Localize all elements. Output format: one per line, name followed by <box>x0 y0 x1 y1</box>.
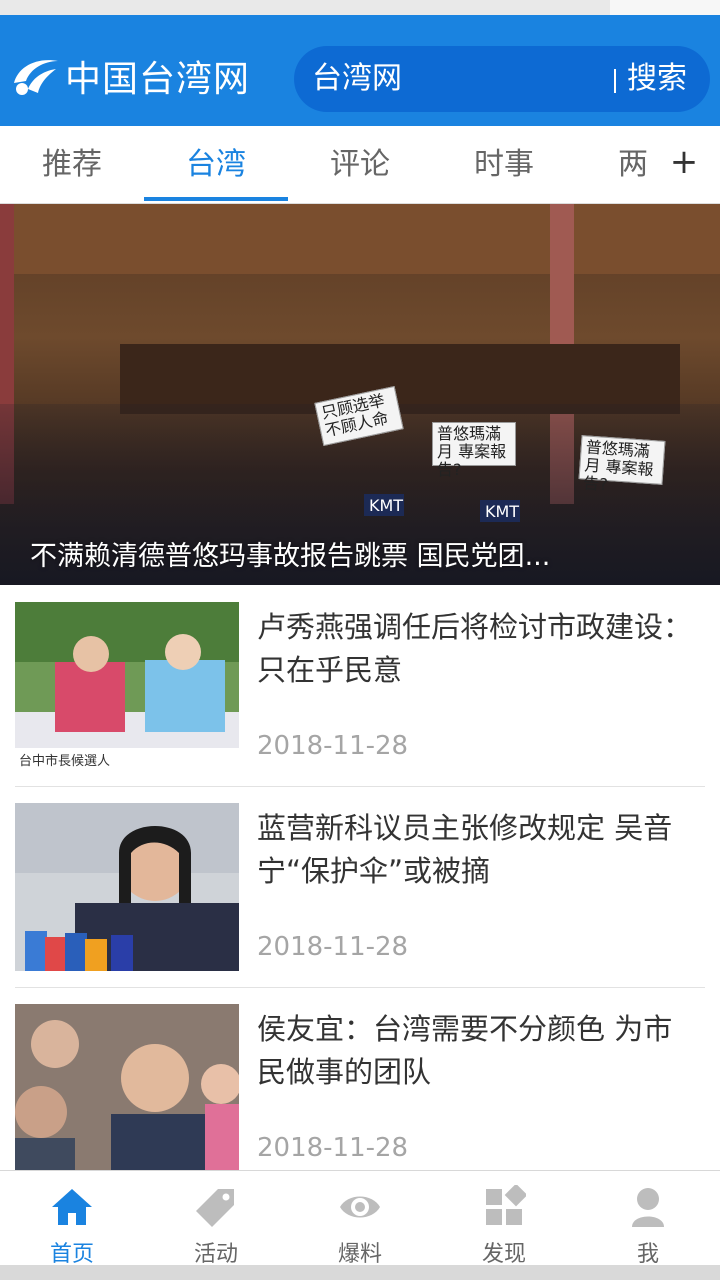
news-thumbnail <box>15 803 239 971</box>
news-date: 2018-11-28 <box>257 1133 409 1163</box>
status-bar-corner <box>610 0 720 15</box>
nav-label: 我 <box>636 1242 659 1267</box>
thumbnail-image <box>15 1004 239 1170</box>
search-divider <box>614 69 616 93</box>
tab-recommend[interactable]: 推荐 <box>0 126 144 203</box>
bottom-tab-bar: 首页 活动 爆料 发现 我 <box>0 1170 720 1267</box>
search-bar[interactable]: 搜索 <box>294 46 710 112</box>
category-tabs: 推荐 台湾 评论 时事 两岸 + <box>0 126 720 204</box>
news-list: 台中市長候選人 卢秀燕强调任后将检讨市政建设：只在乎民意 2018-11-28 … <box>0 585 720 1170</box>
nav-tipoff[interactable]: 爆料 <box>288 1171 432 1267</box>
nav-label: 爆料 <box>337 1242 382 1267</box>
nav-discover[interactable]: 发现 <box>432 1171 576 1267</box>
nav-label: 首页 <box>49 1242 94 1267</box>
hero-wall-decoration <box>0 204 720 274</box>
thumbnail-image <box>15 803 239 971</box>
search-button[interactable]: 搜索 <box>627 46 687 112</box>
thumbnail-image: 台中市長候選人 <box>15 602 239 770</box>
home-icon <box>52 1189 92 1225</box>
news-item[interactable]: 蓝营新科议员主张修改规定 吴音宁“保护伞”或被摘 2018-11-28 <box>15 786 705 986</box>
news-item[interactable]: 侯友宜：台湾需要不分颜色 为市民做事的团队 2018-11-28 <box>15 987 705 1170</box>
news-date: 2018-11-28 <box>257 932 409 962</box>
protest-sign: 普悠瑪滿月 專案報告? <box>432 422 516 479</box>
hero-caption: 不满赖清德普悠玛事故报告跳票 国民党团... <box>30 541 551 572</box>
kmt-shirt: KMT <box>364 494 404 516</box>
tab-current-affairs[interactable]: 时事 <box>432 126 576 203</box>
news-thumbnail <box>15 1004 239 1170</box>
tag-icon <box>196 1189 234 1227</box>
protest-sign: 普悠瑪滿月 專案報告? <box>578 435 666 494</box>
nav-label: 发现 <box>481 1242 526 1267</box>
news-item[interactable]: 台中市長候選人 卢秀燕强调任后将检讨市政建设：只在乎民意 2018-11-28 <box>15 585 705 785</box>
logo-icon <box>14 60 58 95</box>
nav-activity[interactable]: 活动 <box>144 1171 288 1267</box>
news-thumbnail: 台中市長候選人 <box>15 602 239 770</box>
app-header: 中国台湾网 搜索 <box>0 15 720 126</box>
news-title: 卢秀燕强调任后将检讨市政建设：只在乎民意 <box>257 610 693 687</box>
tab-taiwan[interactable]: 台湾 <box>144 126 288 203</box>
nav-me[interactable]: 我 <box>576 1171 720 1267</box>
news-title: 蓝营新科议员主张修改规定 吴音宁“保护伞”或被摘 <box>257 811 673 888</box>
logo-text: 中国台湾网 <box>65 59 251 100</box>
news-date: 2018-11-28 <box>257 731 409 761</box>
tab-commentary[interactable]: 评论 <box>288 126 432 203</box>
eye-icon <box>340 1196 380 1218</box>
hero-banner[interactable]: 只顾选举 不顾人命 普悠瑪滿月 專案報告? 普悠瑪滿月 專案報告? KMT KM… <box>0 204 720 585</box>
status-bar <box>0 0 720 15</box>
search-input[interactable] <box>312 46 602 112</box>
active-tab-indicator <box>144 197 288 201</box>
system-nav-strip <box>0 1265 720 1280</box>
kmt-shirt: KMT <box>480 500 520 522</box>
nav-home[interactable]: 首页 <box>0 1171 144 1267</box>
site-logo[interactable]: 中国台湾网 <box>10 53 251 100</box>
plus-icon[interactable]: + <box>664 126 704 203</box>
news-title: 侯友宜：台湾需要不分颜色 为市民做事的团队 <box>257 1012 673 1089</box>
thumb-caption: 台中市長候選人 <box>19 753 110 769</box>
user-icon <box>632 1188 664 1227</box>
nav-label: 活动 <box>193 1242 238 1267</box>
apps-icon <box>486 1185 526 1225</box>
